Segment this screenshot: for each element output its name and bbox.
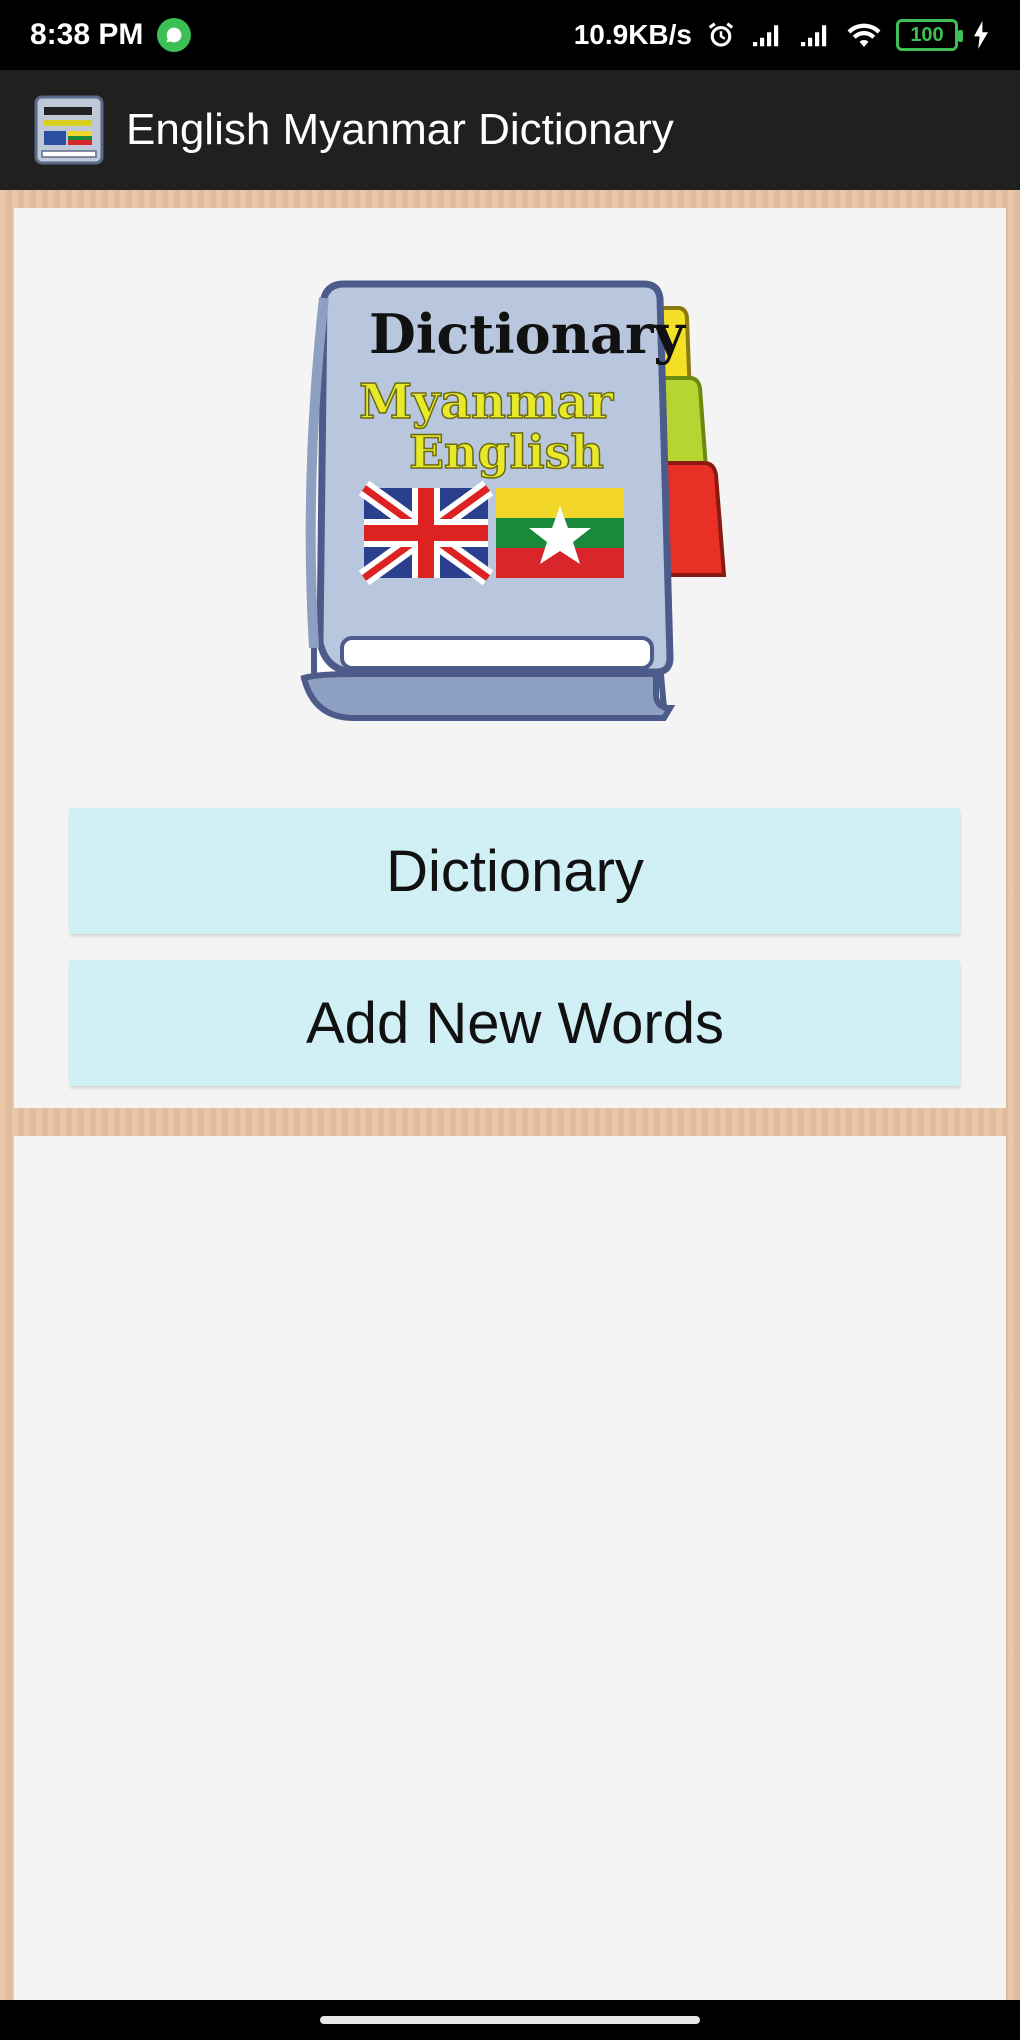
logo-dictionary-text: Dictionary xyxy=(369,302,686,366)
charging-icon xyxy=(972,21,990,49)
content-area: Dictionary Myanmar English Dictionary Ad… xyxy=(0,190,1020,2000)
signal-icon-2 xyxy=(798,21,832,49)
home-indicator[interactable] xyxy=(320,2016,700,2024)
dictionary-logo: Dictionary Myanmar English xyxy=(284,268,764,738)
status-time: 8:38 PM xyxy=(30,18,144,51)
dictionary-button[interactable]: Dictionary xyxy=(70,808,960,934)
logo-myanmar-text: Myanmar xyxy=(359,374,614,430)
battery-icon: 100 xyxy=(896,19,963,51)
status-right: 10.9KB/s 100 xyxy=(574,19,990,51)
status-bar: 8:38 PM 10.9KB/s 100 xyxy=(0,0,1020,70)
secondary-panel xyxy=(14,1136,1006,2000)
alarm-icon xyxy=(706,20,736,50)
navigation-bar xyxy=(0,2000,1020,2040)
status-left: 8:38 PM xyxy=(30,18,192,52)
uk-flag-icon xyxy=(358,480,494,586)
main-panel: Dictionary Myanmar English Dictionary Ad… xyxy=(14,208,1006,1108)
screen: 8:38 PM 10.9KB/s 100 English Myanmar Dic… xyxy=(0,0,1020,2040)
whatsapp-icon xyxy=(157,18,192,52)
add-new-words-button[interactable]: Add New Words xyxy=(70,960,960,1086)
myanmar-flag-icon xyxy=(496,488,624,578)
app-bar: English Myanmar Dictionary xyxy=(0,70,1020,190)
logo-english-text: English xyxy=(409,425,604,479)
wifi-icon xyxy=(846,20,882,50)
signal-icon xyxy=(750,21,784,49)
dictionary-app-icon xyxy=(32,93,106,167)
network-speed: 10.9KB/s xyxy=(573,19,692,50)
app-title: English Myanmar Dictionary xyxy=(126,105,674,154)
